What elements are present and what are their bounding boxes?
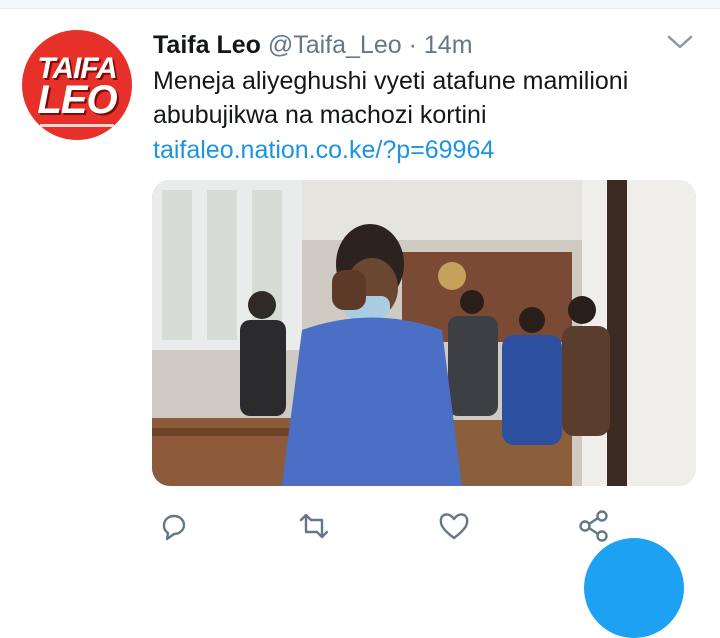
tweet-link[interactable]: taifaleo.nation.co.ke/?p=69964 — [153, 136, 494, 165]
avatar[interactable]: TAIFA LEO — [22, 30, 132, 140]
reply-icon[interactable] — [156, 508, 192, 544]
tweet-text: Meneja aliyeghushi vyeti atafune mamilio… — [153, 67, 629, 129]
author-handle[interactable]: @Taifa_Leo — [268, 31, 402, 59]
courtroom-photo — [152, 180, 696, 486]
avatar-logo-line2: LEO — [37, 78, 117, 122]
share-icon[interactable] — [576, 508, 612, 544]
avatar-tagline-bar — [40, 124, 114, 127]
tweet-photo[interactable] — [152, 180, 696, 486]
compose-tweet-button[interactable] — [584, 538, 684, 638]
tweet-header: Taifa Leo @Taifa_Leo · 14m — [153, 31, 473, 61]
caret-down-icon[interactable] — [666, 32, 694, 52]
author-name[interactable]: Taifa Leo — [153, 31, 261, 59]
tweet-timestamp[interactable]: 14m — [424, 31, 473, 59]
timeline-divider — [0, 0, 720, 9]
retweet-icon[interactable] — [296, 508, 332, 544]
header-separator: · — [408, 31, 417, 59]
like-icon[interactable] — [436, 508, 472, 544]
